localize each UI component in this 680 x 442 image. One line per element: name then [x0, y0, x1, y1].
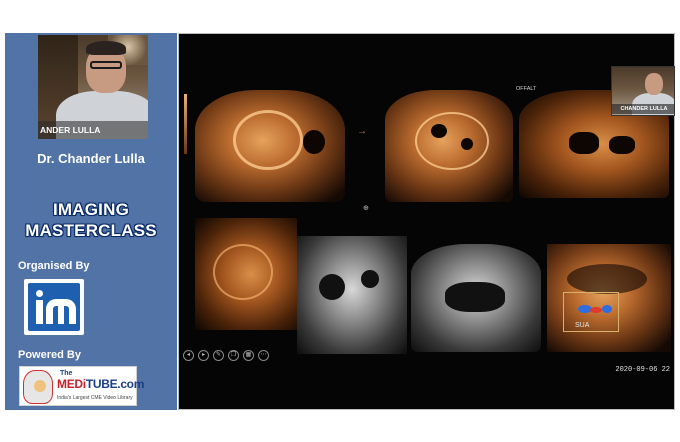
- panel-1-cavity: [303, 130, 325, 154]
- gain-scale-bar: [184, 94, 187, 154]
- panel-7-shadow: [567, 264, 647, 294]
- meditube-brand-tube: TUBE.com: [85, 377, 145, 391]
- organised-by-label: Organised By: [18, 260, 90, 272]
- speaker-name: Dr. Chander Lulla: [37, 151, 145, 166]
- prev-icon: ◂: [186, 352, 190, 358]
- prev-button[interactable]: ◂: [183, 350, 194, 361]
- masterclass-title: IMAGING MASTERCLASS: [5, 199, 177, 241]
- next-icon: ▸: [201, 352, 205, 358]
- speaker-video-name-tag: ANDER LULLA: [38, 121, 148, 139]
- speaker-hair: [86, 41, 126, 55]
- masterclass-title-line1: IMAGING: [52, 200, 129, 219]
- meditube-brand: MEDiTUBE.com: [57, 377, 144, 391]
- ultrasound-panel-4[interactable]: [195, 218, 297, 330]
- sidebar: ANDER LULLA Dr. Chander Lulla IMAGING MA…: [5, 33, 177, 410]
- pen-icon: ✎: [215, 352, 222, 358]
- grid-button[interactable]: ▦: [243, 350, 254, 361]
- doppler-color-box: [563, 292, 619, 332]
- ultrasound-panel-5[interactable]: [297, 236, 407, 354]
- logo-m-middle: [58, 301, 64, 324]
- masterclass-title-line2: MASTERCLASS: [25, 221, 157, 240]
- organiser-logo: [24, 279, 84, 335]
- presenter-thumbnail-video[interactable]: CHANDER LULLA: [611, 66, 675, 116]
- logo-i-dot: [36, 290, 43, 297]
- panel-2-structure: [415, 112, 489, 170]
- offset-label: OFFALT: [516, 86, 537, 92]
- speaker-glasses: [90, 61, 122, 69]
- meditube-mascot-icon: [23, 370, 53, 404]
- more-icon: ⋯: [260, 352, 267, 358]
- arrow-icon: →: [357, 126, 367, 137]
- copy-icon: ❐: [230, 352, 237, 358]
- panel-3-cavity-2: [609, 136, 635, 154]
- powered-by-label: Powered By: [18, 349, 81, 361]
- organiser-logo-tile: [28, 283, 80, 331]
- pen-button[interactable]: ✎: [213, 350, 224, 361]
- meditube-mascot-face: [34, 380, 46, 392]
- speaker-video-feed: ANDER LULLA: [38, 35, 148, 139]
- panel-1-structure: [233, 110, 303, 170]
- panel-4-structure: [213, 244, 273, 300]
- thumbnail-name-tag: CHANDER LULLA: [612, 104, 674, 114]
- timestamp: 2020-09-06 22: [615, 366, 670, 374]
- sua-label: SUA: [575, 322, 590, 329]
- panel-5-cavity-1: [319, 274, 345, 300]
- viewer-toolbar: ◂ ▸ ✎ ❐ ▦ ⋯: [183, 350, 269, 364]
- meditube-logo: The MEDiTUBE.com India's Largest CME Vid…: [19, 366, 144, 406]
- screen: ANDER LULLA Dr. Chander Lulla IMAGING MA…: [0, 0, 680, 442]
- ultrasound-panel-1[interactable]: [195, 90, 345, 202]
- ultrasound-viewer: → OFFALT CHANDER LULLA ⊕ SUA ◂ ▸ ✎ ❐ ▦ ⋯…: [178, 33, 675, 410]
- thumbnail-presenter-head: [645, 73, 663, 95]
- panel-6-cavity: [445, 282, 505, 312]
- ultrasound-panel-2[interactable]: [385, 90, 513, 202]
- meditube-tagline: India's Largest CME Video Library: [57, 395, 133, 401]
- next-button[interactable]: ▸: [198, 350, 209, 361]
- copy-button[interactable]: ❐: [228, 350, 239, 361]
- meditube-brand-medi: MEDi: [57, 377, 86, 391]
- ultrasound-panel-6[interactable]: [411, 244, 541, 352]
- doppler-flow-red: [590, 307, 602, 313]
- more-button[interactable]: ⋯: [258, 350, 269, 361]
- center-marker-icon: ⊕: [363, 205, 369, 212]
- doppler-flow-blue-2: [602, 305, 612, 313]
- meditube-the: The: [60, 370, 73, 377]
- panel-5-cavity-2: [361, 270, 379, 288]
- logo-i-stem: [36, 300, 43, 324]
- panel-3-cavity-1: [569, 132, 599, 154]
- grid-icon: ▦: [245, 352, 252, 358]
